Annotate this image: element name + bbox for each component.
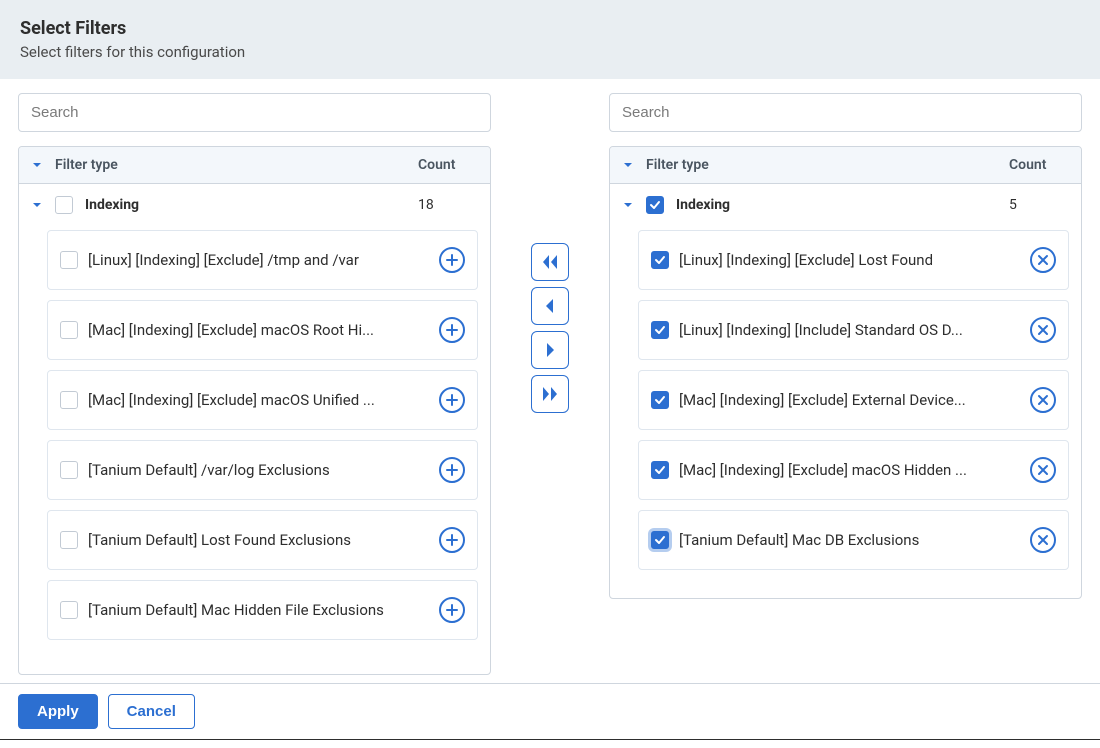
- group-checkbox[interactable]: [55, 196, 73, 214]
- item-checkbox[interactable]: [651, 251, 669, 269]
- list-item: [Mac] [Indexing] [Exclude] macOS Unified…: [47, 370, 478, 430]
- item-checkbox[interactable]: [60, 391, 78, 409]
- list-item: [Mac] [Indexing] [Exclude] macOS Hidden …: [638, 440, 1069, 500]
- list-item: [Tanium Default] Mac Hidden File Exclusi…: [47, 580, 478, 640]
- selected-group-row[interactable]: Indexing 5: [610, 184, 1081, 226]
- selected-listbox: Filter type Count Indexing 5 [Linux] [In…: [609, 146, 1082, 599]
- transfer-controls: [491, 243, 609, 413]
- dialog-body: Filter type Count Indexing 18 [Linux] [I…: [0, 79, 1100, 681]
- move-all-left-button[interactable]: [531, 243, 569, 281]
- item-checkbox[interactable]: [651, 391, 669, 409]
- remove-circle-icon[interactable]: [1030, 247, 1056, 273]
- move-all-right-button[interactable]: [531, 375, 569, 413]
- available-list-header: Filter type Count: [19, 147, 490, 184]
- list-item: [Tanium Default] /var/log Exclusions: [47, 440, 478, 500]
- item-label: [Mac] [Indexing] [Exclude] External Devi…: [679, 391, 1020, 409]
- list-item: [Linux] [Indexing] [Exclude] /tmp and /v…: [47, 230, 478, 290]
- dialog-header: Select Filters Select filters for this c…: [0, 0, 1100, 79]
- selected-search-input[interactable]: [609, 93, 1082, 132]
- add-circle-icon[interactable]: [439, 457, 465, 483]
- remove-circle-icon[interactable]: [1030, 387, 1056, 413]
- item-checkbox[interactable]: [60, 531, 78, 549]
- group-count: 18: [418, 197, 478, 213]
- item-label: [Tanium Default] Mac DB Exclusions: [679, 531, 1020, 549]
- item-checkbox[interactable]: [651, 461, 669, 479]
- list-item: [Tanium Default] Lost Found Exclusions: [47, 510, 478, 570]
- dialog-title: Select Filters: [20, 18, 1080, 39]
- item-checkbox[interactable]: [60, 251, 78, 269]
- list-item: [Mac] [Indexing] [Exclude] External Devi…: [638, 370, 1069, 430]
- available-items: [Linux] [Indexing] [Exclude] /tmp and /v…: [19, 226, 490, 674]
- column-count: Count: [418, 157, 478, 173]
- item-label: [Mac] [Indexing] [Exclude] macOS Root Hi…: [88, 321, 429, 339]
- cancel-button[interactable]: Cancel: [108, 694, 195, 729]
- chevron-down-icon[interactable]: [622, 159, 634, 171]
- remove-circle-icon[interactable]: [1030, 317, 1056, 343]
- list-item: [Mac] [Indexing] [Exclude] macOS Root Hi…: [47, 300, 478, 360]
- selected-list-header: Filter type Count: [610, 147, 1081, 184]
- selected-items: [Linux] [Indexing] [Exclude] Lost Found […: [610, 226, 1081, 598]
- add-circle-icon[interactable]: [439, 387, 465, 413]
- dialog-footer: Apply Cancel: [0, 683, 1100, 740]
- chevron-down-icon[interactable]: [622, 199, 634, 211]
- add-circle-icon[interactable]: [439, 317, 465, 343]
- item-label: [Tanium Default] Mac Hidden File Exclusi…: [88, 601, 429, 619]
- group-name: Indexing: [676, 197, 997, 213]
- item-label: [Tanium Default] /var/log Exclusions: [88, 461, 429, 479]
- item-label: [Tanium Default] Lost Found Exclusions: [88, 531, 429, 549]
- item-checkbox[interactable]: [651, 531, 669, 549]
- available-listbox: Filter type Count Indexing 18 [Linux] [I…: [18, 146, 491, 675]
- column-count: Count: [1009, 157, 1069, 173]
- move-left-button[interactable]: [531, 287, 569, 325]
- group-checkbox[interactable]: [646, 196, 664, 214]
- item-checkbox[interactable]: [60, 321, 78, 339]
- group-count: 5: [1009, 197, 1069, 213]
- available-filters-panel: Filter type Count Indexing 18 [Linux] [I…: [18, 93, 491, 675]
- item-label: [Mac] [Indexing] [Exclude] macOS Hidden …: [679, 461, 1020, 479]
- dialog-subtitle: Select filters for this configuration: [20, 43, 1080, 61]
- move-right-button[interactable]: [531, 331, 569, 369]
- chevron-down-icon[interactable]: [31, 199, 43, 211]
- list-item: [Tanium Default] Mac DB Exclusions: [638, 510, 1069, 570]
- list-item: [Linux] [Indexing] [Exclude] Lost Found: [638, 230, 1069, 290]
- add-circle-icon[interactable]: [439, 247, 465, 273]
- available-search-input[interactable]: [18, 93, 491, 132]
- column-filter-type: Filter type: [55, 157, 406, 173]
- item-checkbox[interactable]: [651, 321, 669, 339]
- remove-circle-icon[interactable]: [1030, 527, 1056, 553]
- group-name: Indexing: [85, 197, 406, 213]
- available-group-row[interactable]: Indexing 18: [19, 184, 490, 226]
- chevron-down-icon[interactable]: [31, 159, 43, 171]
- item-label: [Linux] [Indexing] [Exclude] /tmp and /v…: [88, 251, 429, 269]
- selected-filters-panel: Filter type Count Indexing 5 [Linux] [In…: [609, 93, 1082, 599]
- item-checkbox[interactable]: [60, 601, 78, 619]
- column-filter-type: Filter type: [646, 157, 997, 173]
- item-label: [Linux] [Indexing] [Include] Standard OS…: [679, 321, 1020, 339]
- apply-button[interactable]: Apply: [18, 694, 98, 729]
- item-checkbox[interactable]: [60, 461, 78, 479]
- add-circle-icon[interactable]: [439, 527, 465, 553]
- item-label: [Linux] [Indexing] [Exclude] Lost Found: [679, 251, 1020, 269]
- remove-circle-icon[interactable]: [1030, 457, 1056, 483]
- add-circle-icon[interactable]: [439, 597, 465, 623]
- list-item: [Linux] [Indexing] [Include] Standard OS…: [638, 300, 1069, 360]
- item-label: [Mac] [Indexing] [Exclude] macOS Unified…: [88, 391, 429, 409]
